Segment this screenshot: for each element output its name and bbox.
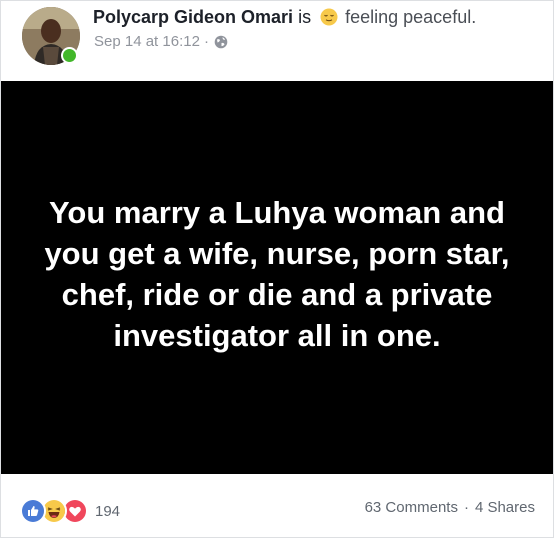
post-image-text: You marry a Luhya woman and you get a wi… [44, 194, 510, 353]
shares-count[interactable]: 4 Shares [475, 499, 535, 516]
relieved-face-emoji-icon [320, 8, 338, 31]
author-name[interactable]: Polycarp Gideon Omari [93, 7, 293, 27]
post-footer: 194 63 Comments · 4 Shares [1, 474, 553, 537]
author-avatar-wrapper[interactable] [22, 7, 80, 65]
reactions-summary[interactable]: 194 [20, 498, 120, 524]
is-text: is [298, 7, 312, 27]
post-meta: Sep 14 at 16:12 · [94, 33, 228, 53]
globe-icon[interactable] [214, 35, 228, 53]
meta-separator: · [203, 33, 209, 50]
post-card: Polycarp Gideon Omari is feeling peacefu… [0, 0, 554, 538]
post-image[interactable]: You marry a Luhya woman and you get a wi… [1, 81, 553, 474]
comments-count[interactable]: 63 Comments [365, 499, 458, 516]
engagement-stats: 63 Comments · 4 Shares [365, 499, 535, 516]
post-timestamp[interactable]: Sep 14 at 16:12 [94, 33, 200, 50]
online-status-indicator [61, 47, 78, 64]
feeling-text[interactable]: feeling peaceful. [345, 7, 476, 27]
post-header: Polycarp Gideon Omari is feeling peacefu… [1, 1, 553, 81]
like-icon [20, 498, 46, 524]
author-line: Polycarp Gideon Omari is feeling peacefu… [93, 6, 476, 31]
stats-separator: · [463, 499, 469, 516]
reaction-count[interactable]: 194 [95, 503, 120, 520]
